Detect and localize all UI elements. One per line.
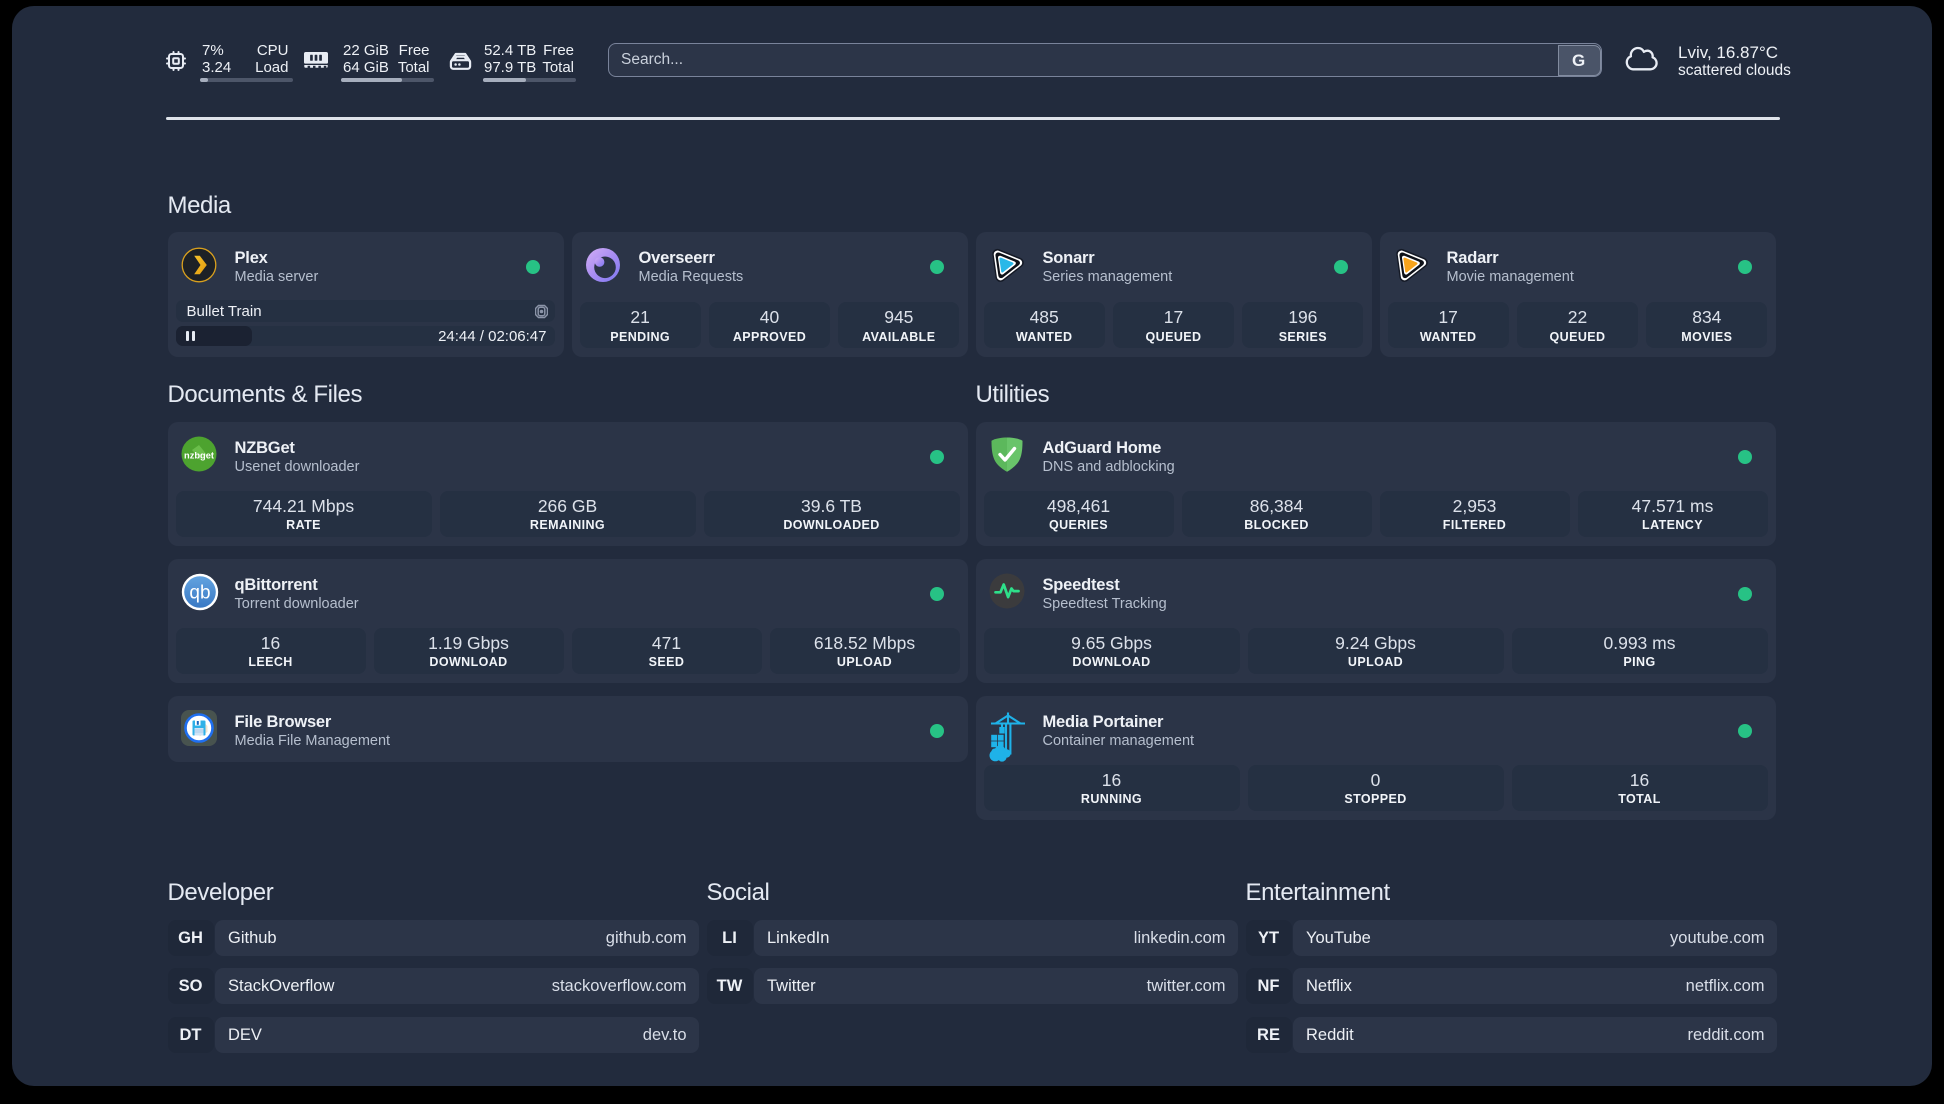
svg-text:nzbget: nzbget xyxy=(184,451,214,461)
svg-text:qb: qb xyxy=(189,583,210,604)
